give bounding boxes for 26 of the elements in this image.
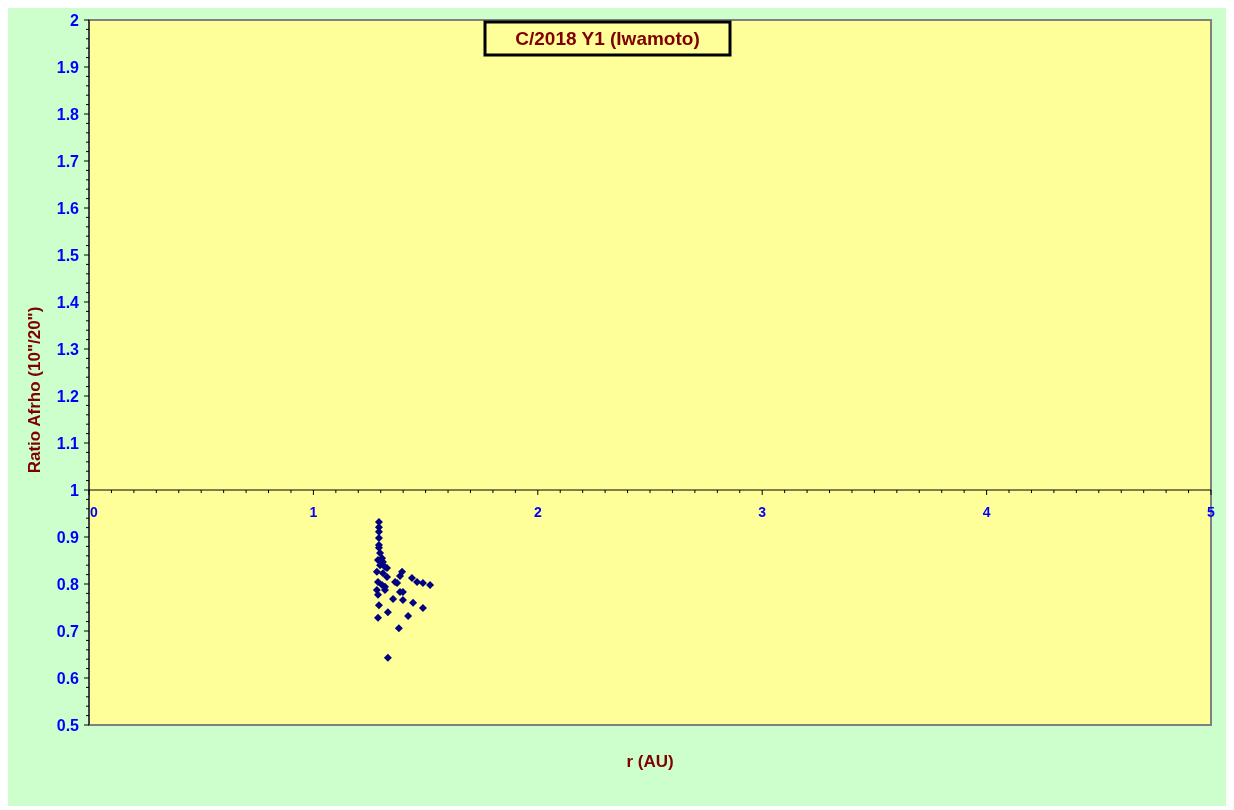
x-tick-label: 0 bbox=[90, 504, 98, 520]
chart-title: C/2018 Y1 (Iwamoto) bbox=[483, 20, 732, 57]
y-tick-label: 1.9 bbox=[56, 59, 79, 76]
x-tick-label: 4 bbox=[982, 504, 991, 520]
y-tick-label: 1 bbox=[70, 482, 79, 499]
y-tick-label: 0.9 bbox=[56, 529, 79, 546]
y-tick-label: 0.8 bbox=[56, 576, 79, 593]
y-axis-title: Ratio Afrho (10"/20") bbox=[25, 306, 44, 474]
y-tick-label: 1.3 bbox=[56, 341, 79, 358]
y-tick-label: 1.4 bbox=[56, 294, 79, 311]
y-tick-label: 1.6 bbox=[56, 200, 79, 217]
y-tick-label: 0.5 bbox=[56, 717, 79, 734]
x-tick-label: 1 bbox=[309, 504, 318, 520]
y-tick-label: 1.7 bbox=[56, 153, 79, 170]
x-tick-label: 3 bbox=[758, 504, 767, 520]
x-tick-label: 2 bbox=[533, 504, 542, 520]
y-tick-label: 1.5 bbox=[56, 247, 79, 264]
y-tick-label: 1.1 bbox=[56, 435, 79, 452]
x-axis-title: r (AU) bbox=[626, 752, 674, 771]
y-tick-label: 1.8 bbox=[56, 106, 79, 123]
x-tick-label: 5 bbox=[1207, 504, 1215, 520]
y-tick-label: 0.6 bbox=[56, 670, 79, 687]
y-tick-label: 2 bbox=[70, 12, 79, 29]
chart-title: C/2018 Y1 (Iwamoto) bbox=[515, 28, 700, 49]
y-tick-label: 0.7 bbox=[56, 623, 79, 640]
y-tick-label: 1.2 bbox=[56, 388, 79, 405]
